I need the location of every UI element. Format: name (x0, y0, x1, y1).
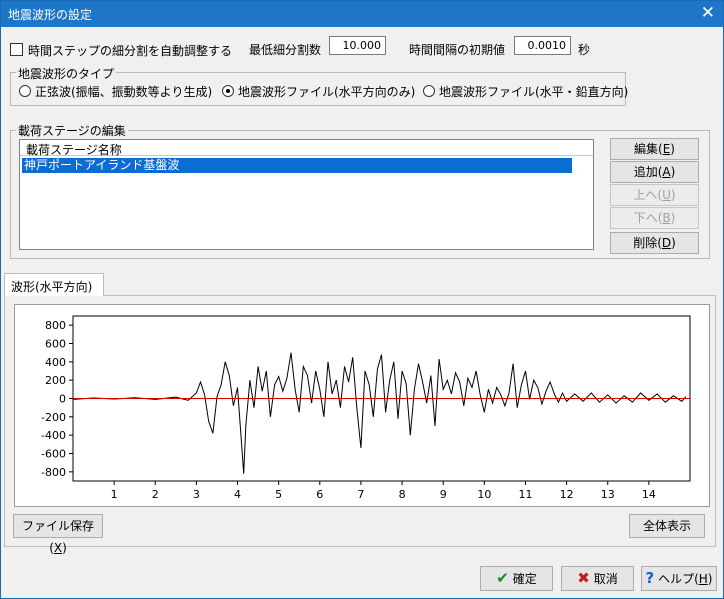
x-tick-label: 10 (477, 488, 491, 501)
move-up-button-text: 上へ( (633, 188, 663, 202)
ok-button-label: 確定 (512, 572, 537, 586)
x-tick-label: 13 (601, 488, 615, 501)
y-tick-label: -400 (41, 429, 66, 442)
tab-horizontal-waveform[interactable]: 波形(水平方向) (4, 273, 104, 296)
stage-list-header: 載荷ステージ名称 (20, 140, 593, 157)
radio-horizontal-file-label: 地震波形ファイル(水平方向のみ) (238, 85, 416, 99)
help-button-text: ヘルプ( (658, 572, 699, 586)
stage-list[interactable]: 載荷ステージ名称 神戸ポートアイランド基盤波 (19, 139, 594, 250)
move-down-button-end: ) (670, 211, 676, 225)
radio-sine-wave[interactable] (19, 85, 31, 97)
radio-selected-dot (226, 89, 230, 93)
x-mark-icon: ✖ (577, 569, 590, 587)
x-tick-label: 3 (193, 488, 200, 501)
column-header-stage-name: 載荷ステージ名称 (26, 143, 122, 157)
y-tick-label: -600 (41, 448, 66, 461)
x-tick-label: 4 (234, 488, 241, 501)
delete-button-key: D (661, 236, 672, 250)
move-up-button-end: ) (670, 188, 676, 202)
help-button[interactable]: ? ヘルプ(H) (641, 566, 717, 591)
x-tick-label: 14 (642, 488, 656, 501)
save-file-button-key: X (53, 541, 63, 555)
add-button-key: A (662, 165, 671, 179)
help-button-end: ) (707, 572, 713, 586)
y-tick-label: 800 (45, 319, 66, 332)
add-button[interactable]: 追加(A) (610, 161, 699, 183)
move-up-button-key: U (662, 188, 671, 202)
close-icon[interactable]: ✕ (701, 3, 715, 23)
window-title: 地震波形の設定 (8, 8, 93, 22)
auto-adjust-checkbox[interactable] (10, 43, 23, 56)
delete-button[interactable]: 削除(D) (610, 232, 699, 254)
y-tick-label: 600 (45, 338, 66, 351)
move-down-button-text: 下へ( (633, 211, 663, 225)
wave-type-legend: 地震波形のタイプ (16, 65, 117, 82)
waveform-chart: 8006004002000-200-400-600-8001 2 3 4 5 6 7 8 9 10… (41, 315, 691, 501)
fit-all-button[interactable]: 全体表示 (629, 514, 705, 538)
edit-button[interactable]: 編集(E) (610, 138, 699, 160)
y-tick-label: 200 (45, 374, 66, 387)
cancel-button[interactable]: ✖ 取消 (561, 566, 634, 591)
save-file-button[interactable]: ファイル保存(X) (13, 514, 103, 555)
x-tick-label: 11 (518, 488, 532, 501)
y-tick-label: 0 (59, 393, 66, 406)
auto-adjust-label: 時間ステップの細分割を自動調整する (28, 44, 233, 58)
x-tick-label: 2 (152, 488, 159, 501)
radio-sine-wave-label: 正弦波(振幅、振動数等より生成) (35, 85, 213, 99)
y-tick-label: 400 (45, 356, 66, 369)
radio-horizontal-vertical-file-label: 地震波形ファイル(水平・鉛直方向) (439, 85, 629, 99)
add-button-end: ) (670, 165, 676, 179)
delete-button-end: ) (671, 236, 676, 250)
y-tick-label: -200 (41, 411, 66, 424)
x-tick-label: 5 (275, 488, 282, 501)
move-up-button[interactable]: 上へ(U) (610, 184, 699, 206)
edit-button-end: ) (670, 142, 675, 156)
title-bar: 地震波形の設定 ✕ (1, 1, 723, 27)
initial-interval-field[interactable]: 0.0010 (514, 36, 571, 55)
initial-interval-label: 時間間隔の初期値 (409, 43, 506, 57)
help-button-key: H (698, 572, 708, 586)
x-tick-label: 9 (440, 488, 447, 501)
question-mark-icon: ? (645, 569, 655, 587)
move-down-button[interactable]: 下へ(B) (610, 207, 699, 229)
add-button-text: 追加( (633, 165, 663, 179)
min-subdivision-label: 最低細分割数 (249, 43, 322, 57)
radio-horizontal-vertical-file[interactable] (423, 85, 435, 97)
x-tick-label: 12 (560, 488, 574, 501)
stages-legend: 載荷ステージの編集 (16, 122, 128, 139)
checkmark-icon: ✔ (496, 569, 509, 587)
y-tick-label: -800 (41, 466, 66, 479)
cancel-button-label: 取消 (593, 572, 618, 586)
radio-horizontal-file[interactable] (222, 85, 234, 97)
ok-button[interactable]: ✔ 確定 (480, 566, 553, 591)
save-file-button-end: ) (62, 541, 67, 555)
edit-button-text: 編集( (634, 142, 663, 156)
move-down-button-key: B (662, 211, 671, 225)
dialog-window: 地震波形の設定 ✕ 時間ステップの細分割を自動調整する 最低細分割数 10.00… (0, 0, 724, 599)
delete-button-text: 削除( (633, 236, 662, 250)
x-tick-label: 1 (111, 488, 118, 501)
x-tick-label: 7 (357, 488, 364, 501)
interval-unit-label: 秒 (578, 43, 591, 57)
list-item[interactable]: 神戸ポートアイランド基盤波 (22, 158, 572, 173)
x-tick-label: 8 (399, 488, 406, 501)
x-tick-label: 6 (316, 488, 323, 501)
waveform-chart-area: 800 600 400 200 0 -200 -400 -600 -800 1 2 3 4 5 6 7 8 9 10… (14, 304, 710, 507)
tab-label: 波形(水平方向) (11, 280, 93, 294)
min-subdivision-field[interactable]: 10.000 (329, 36, 386, 55)
